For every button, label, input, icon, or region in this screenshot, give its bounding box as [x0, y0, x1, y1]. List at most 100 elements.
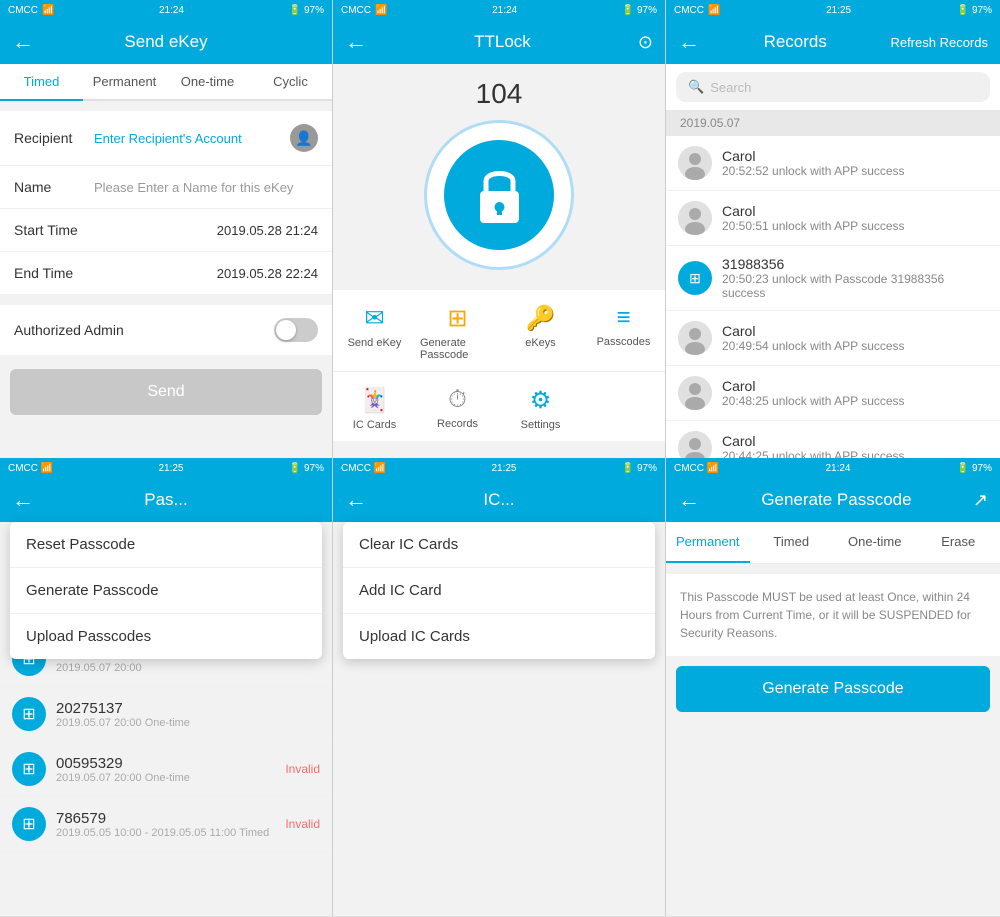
record-detail-2: 20:50:51 unlock with APP success	[722, 219, 988, 233]
authorized-toggle[interactable]	[274, 318, 318, 342]
passcodes-screen: CMCC 📶 21:25 🔋 97% ← Pas... Reset Passco…	[0, 458, 333, 916]
back-button-3[interactable]: ←	[678, 29, 700, 55]
authorized-row: Authorized Admin	[0, 305, 332, 355]
menu-send-ekey[interactable]: ✉ Send eKey	[333, 290, 416, 371]
contact-icon[interactable]: 👤	[290, 124, 318, 152]
gen-notice: This Passcode MUST be used at least Once…	[666, 574, 1000, 656]
status-bar-5: CMCC 📶 21:25 🔋 97%	[333, 458, 665, 478]
record-avatar-5	[678, 431, 712, 458]
camera-icon[interactable]: ⊙	[638, 32, 653, 53]
person-avatar-icon-1	[678, 146, 712, 180]
header-5: ← IC...	[333, 478, 665, 522]
records-label: Records	[437, 418, 478, 430]
record-avatar-2	[678, 201, 712, 235]
name-row: Name Please Enter a Name for this eKey	[0, 166, 332, 209]
screen1-title: Send eKey	[34, 32, 298, 52]
back-button-6[interactable]: ←	[678, 487, 700, 513]
record-name-1: Carol	[722, 148, 988, 164]
menu-settings[interactable]: ⚙ Settings	[499, 372, 582, 441]
record-name-3: Carol	[722, 323, 988, 339]
menu-ic-cards[interactable]: 🃏 IC Cards	[333, 372, 416, 441]
passcode-code-4: 786579	[56, 810, 285, 827]
menu-passcodes[interactable]: ≡ Passcodes	[582, 290, 665, 371]
menu-container: ✉ Send eKey ⊞ Generate Passcode 🔑 eKeys …	[333, 290, 665, 441]
upload-ic-cards-item[interactable]: Upload IC Cards	[343, 614, 655, 659]
toggle-knob	[276, 320, 296, 340]
back-button-4[interactable]: ←	[12, 487, 34, 513]
invalid-badge-1: Invalid	[285, 762, 320, 776]
carrier-1: CMCC	[8, 5, 38, 16]
back-button-1[interactable]: ←	[12, 29, 34, 55]
refresh-records-button[interactable]: Refresh Records	[890, 35, 988, 50]
passcode-info-2: 20275137 2019.05.07 20:00 One-time	[56, 700, 320, 729]
menu-records[interactable]: ⏱ Records	[416, 372, 499, 441]
tab-timed[interactable]: Timed	[0, 64, 83, 101]
back-button-2[interactable]: ←	[345, 29, 367, 55]
generate-passcode-button[interactable]: Generate Passcode	[676, 666, 990, 712]
record-name-4: Carol	[722, 378, 988, 394]
lock-inner	[444, 140, 554, 250]
tab-one-time[interactable]: One-time	[166, 64, 249, 99]
ttlock-screen: CMCC 📶 21:24 🔋 97% ← TTLock ⊙ 104	[333, 0, 666, 458]
lock-circle	[424, 120, 574, 270]
record-avatar-1	[678, 146, 712, 180]
gen-tab-erase[interactable]: Erase	[917, 522, 1000, 563]
clear-ic-cards-item[interactable]: Clear IC Cards	[343, 522, 655, 568]
passcode-info-3: 00595329 2019.05.07 20:00 One-time	[56, 755, 285, 784]
menu-generate-passcode[interactable]: ⊞ Generate Passcode	[416, 290, 499, 371]
tabs-row: Timed Permanent One-time Cyclic	[0, 64, 332, 101]
gen-tab-timed[interactable]: Timed	[750, 522, 834, 563]
export-icon[interactable]: ↗	[973, 490, 988, 511]
passcode-icon-3: ⊞	[12, 752, 46, 786]
header-3: ← Records Refresh Records	[666, 20, 1000, 64]
recipient-label: Recipient	[14, 130, 94, 146]
recipient-input[interactable]: Enter Recipient's Account	[94, 131, 290, 146]
add-ic-card-item[interactable]: Add IC Card	[343, 568, 655, 614]
record-info-5: Carol 20:44:25 unlock with APP success	[722, 433, 988, 458]
record-avatar-3	[678, 321, 712, 355]
search-input-container[interactable]: 🔍 Search	[676, 72, 990, 102]
record-info-passcode: 31988356 20:50:23 unlock with Passcode 3…	[722, 256, 988, 300]
passcode-item-3[interactable]: ⊞ 00595329 2019.05.07 20:00 One-time Inv…	[0, 742, 332, 797]
passcode-meta-2: 2019.05.07 20:00 One-time	[56, 717, 320, 729]
record-info-3: Carol 20:49:54 unlock with APP success	[722, 323, 988, 353]
passcode-list: ⊞ 31988356 2019.05.07 20:00 ⊞ 20275137 2…	[0, 632, 332, 852]
tab-permanent[interactable]: Permanent	[83, 64, 166, 99]
passcode-item-4[interactable]: ⊞ 786579 2019.05.05 10:00 - 2019.05.05 1…	[0, 797, 332, 852]
start-value[interactable]: 2019.05.28 21:24	[94, 223, 318, 238]
start-label: Start Time	[14, 222, 94, 238]
tab-cyclic[interactable]: Cyclic	[249, 64, 332, 99]
search-bar: 🔍 Search	[666, 64, 1000, 110]
ic-cards-icon: 🃏	[360, 386, 390, 415]
end-value[interactable]: 2019.05.28 22:24	[94, 266, 318, 281]
ekeys-icon: 🔑	[526, 304, 556, 333]
recipient-row: Recipient Enter Recipient's Account 👤	[0, 111, 332, 166]
passcode-item-2[interactable]: ⊞ 20275137 2019.05.07 20:00 One-time	[0, 687, 332, 742]
passcode-meta-4: 2019.05.05 10:00 - 2019.05.05 11:00 Time…	[56, 827, 285, 839]
lock-svg-icon	[472, 163, 527, 228]
upload-passcodes-item[interactable]: Upload Passcodes	[10, 614, 322, 659]
name-input[interactable]: Please Enter a Name for this eKey	[94, 180, 318, 195]
back-button-5[interactable]: ←	[345, 487, 367, 513]
passcode-icon-2: ⊞	[12, 697, 46, 731]
ic-title: IC...	[367, 490, 631, 510]
passcodes-dropdown: Reset Passcode Generate Passcode Upload …	[10, 522, 322, 659]
send-button[interactable]: Send	[10, 369, 322, 415]
menu-empty	[582, 372, 665, 441]
passcodes-label: Passcodes	[597, 336, 651, 348]
generate-passcode-item[interactable]: Generate Passcode	[10, 568, 322, 614]
passcodes-icon: ≡	[616, 304, 630, 332]
record-info-1: Carol 20:52:52 unlock with APP success	[722, 148, 988, 178]
gen-passcode-title: Generate Passcode	[700, 490, 973, 510]
send-ekey-icon: ✉	[364, 304, 384, 333]
record-detail-3: 20:49:54 unlock with APP success	[722, 339, 988, 353]
menu-ekeys[interactable]: 🔑 eKeys	[499, 290, 582, 371]
record-carol-4: Carol 20:48:25 unlock with APP success	[666, 366, 1000, 421]
gen-tab-one-time[interactable]: One-time	[833, 522, 917, 563]
reset-passcode-item[interactable]: Reset Passcode	[10, 522, 322, 568]
search-icon: 🔍	[688, 79, 704, 95]
status-bar-2: CMCC 📶 21:24 🔋 97%	[333, 0, 665, 20]
gen-tab-permanent[interactable]: Permanent	[666, 522, 750, 563]
settings-icon: ⚙	[530, 386, 552, 415]
status-bar-3: CMCC 📶 21:25 🔋 97%	[666, 0, 1000, 20]
